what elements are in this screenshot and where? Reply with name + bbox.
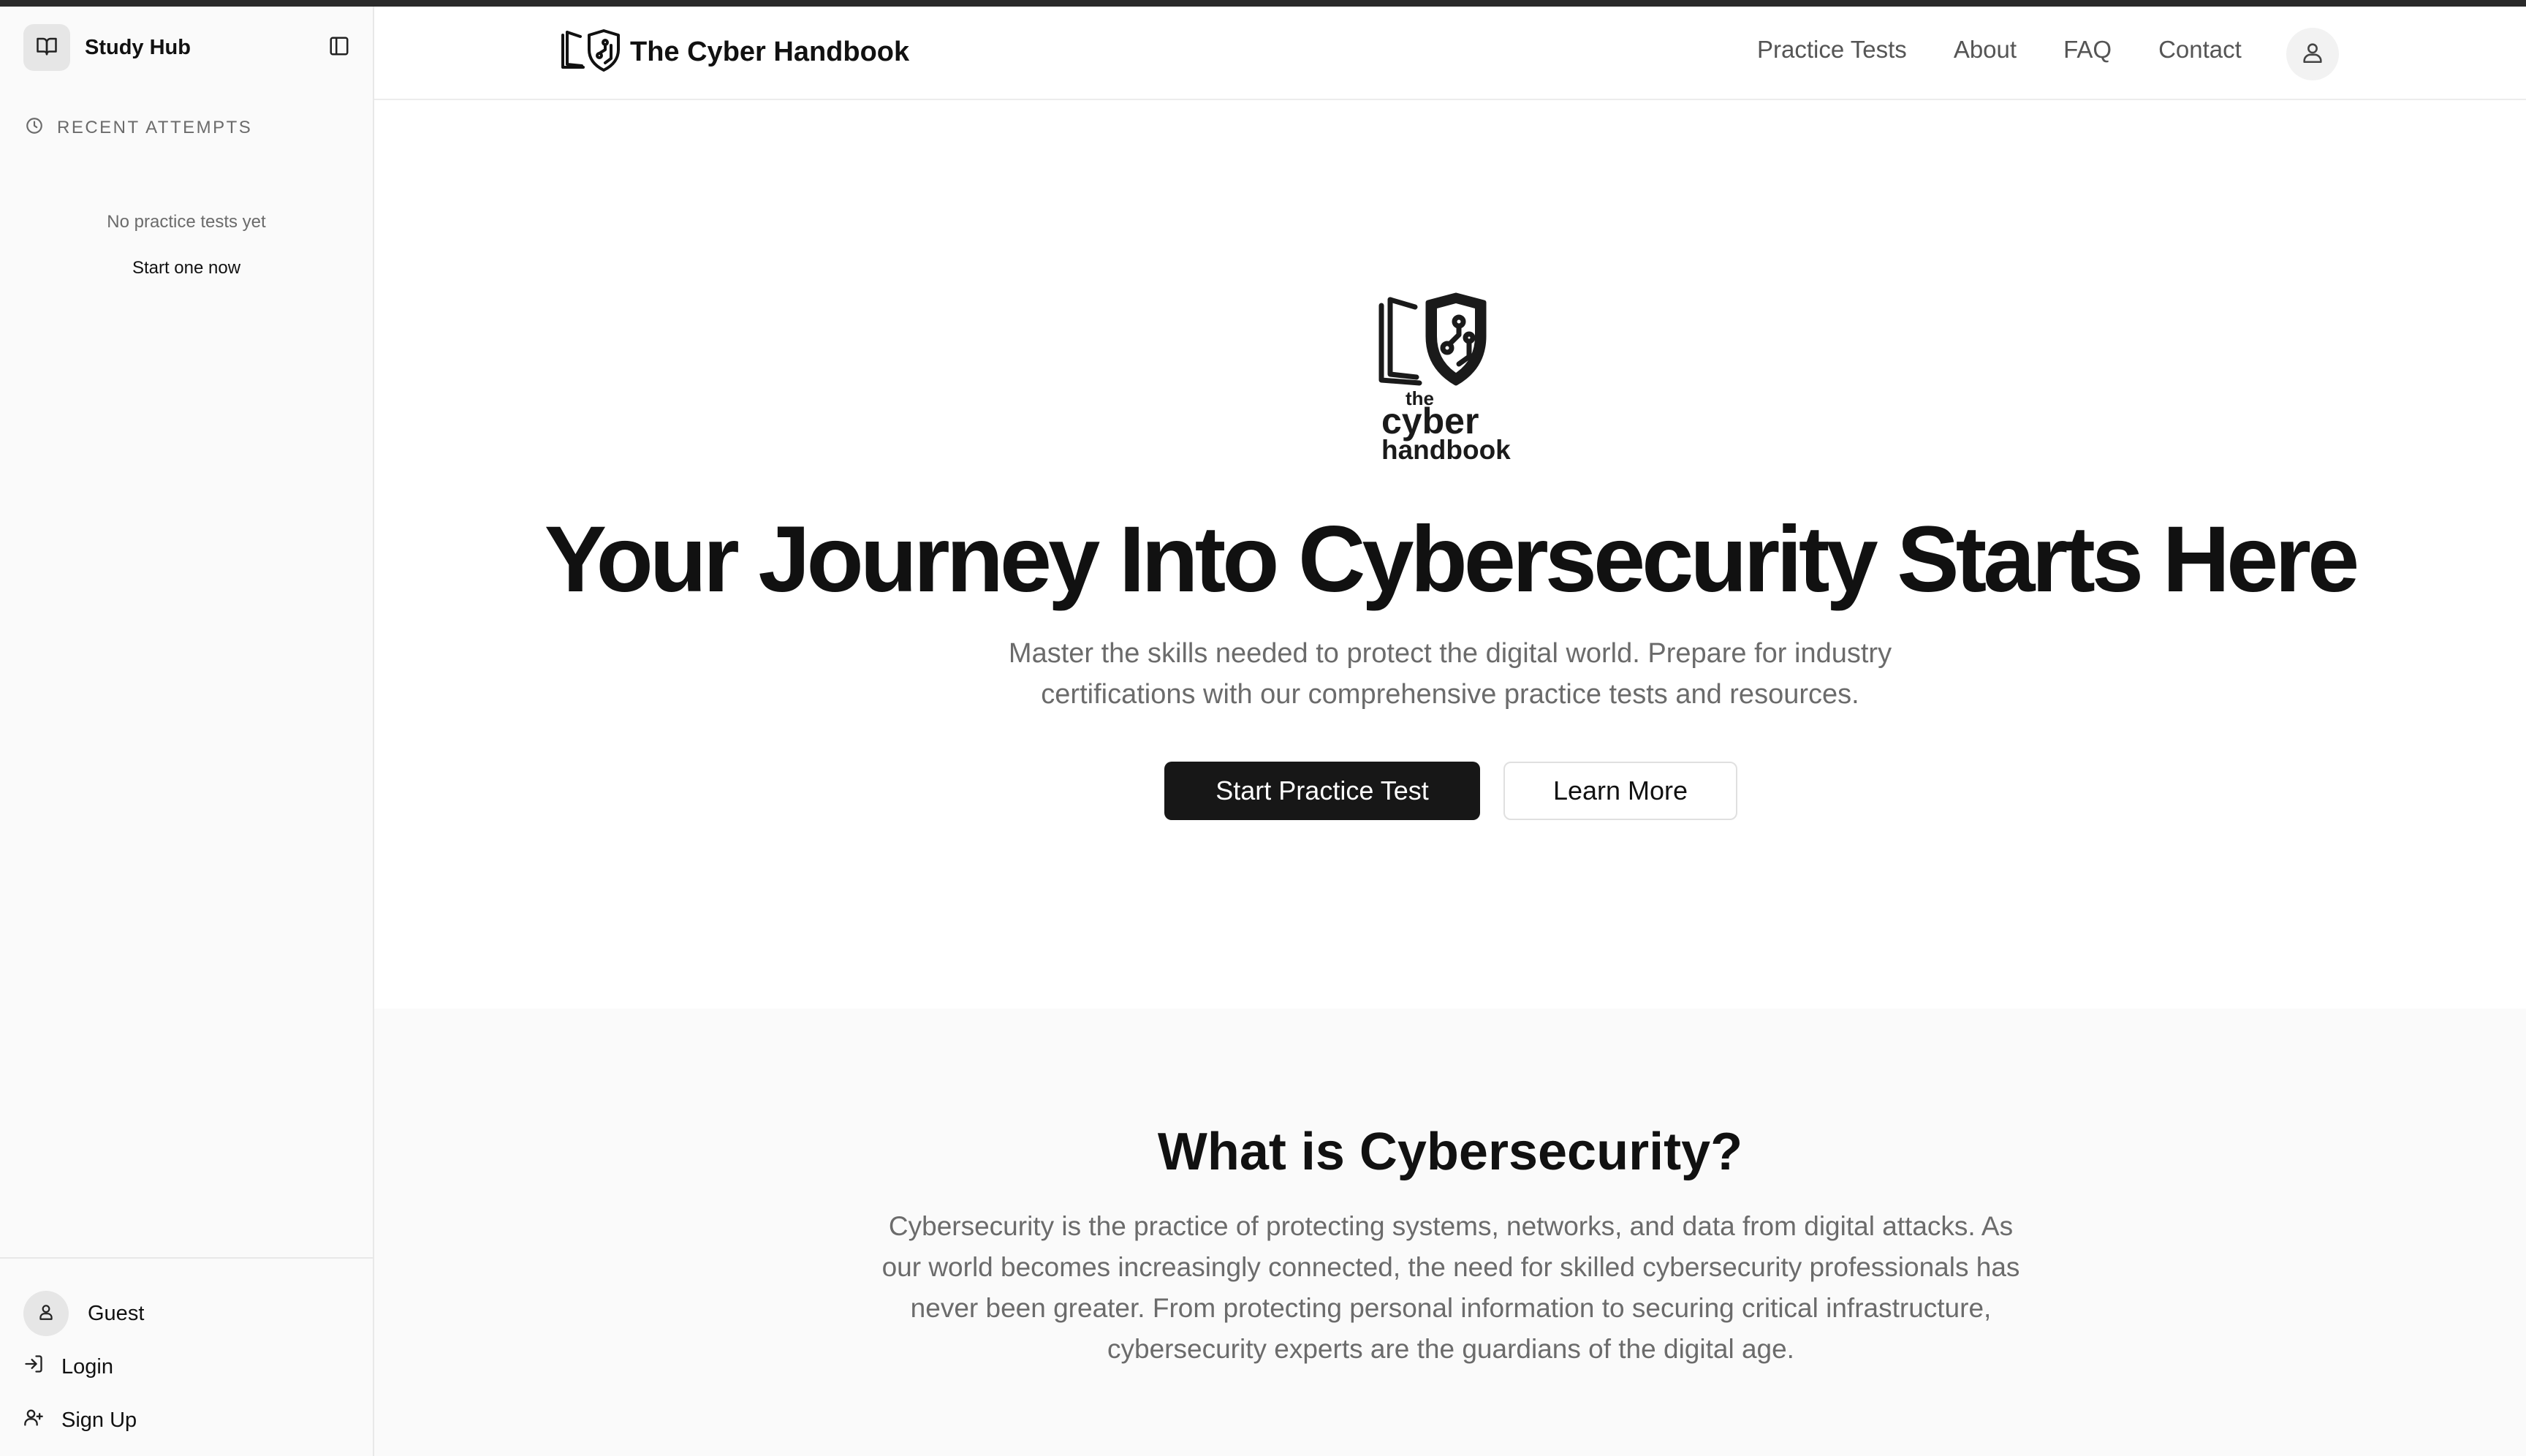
section-body-line: never been greater. From protecting pers… [910,1293,1992,1323]
user-profile[interactable]: Guest [23,1291,144,1336]
user-plus-icon [23,1407,44,1433]
hero-title: Your Journey Into Cybersecurity Starts H… [544,507,2360,612]
sidebar-header: Study Hub [23,24,352,71]
hero-logo: the cyber handbook [1374,292,1520,465]
signup-link[interactable]: Sign Up [23,1407,137,1433]
sidebar-toggle-icon [328,35,350,61]
nav-about[interactable]: About [1954,36,2017,64]
login-link[interactable]: Login [23,1354,113,1380]
section-body: Cybersecurity is the practice of protect… [881,1206,2021,1370]
empty-state-text: No practice tests yet [107,212,266,232]
user-name: Guest [88,1301,145,1325]
account-button[interactable] [2286,28,2339,80]
section-title: What is Cybersecurity? [1157,1123,1743,1181]
sidebar-toggle-button[interactable] [326,34,352,61]
top-navbar: The Cyber Handbook Practice Tests About … [374,7,2526,100]
signup-label: Sign Up [61,1408,137,1432]
nav-contact[interactable]: Contact [2158,36,2242,64]
brand-title: The Cyber Handbook [630,36,910,67]
book-icon [36,35,58,61]
window-top-strip [0,0,2526,7]
section-body-line: our world becomes increasingly connected… [881,1252,2020,1282]
login-icon [23,1354,44,1380]
recent-attempts-heading: RECENT ATTEMPTS [25,116,252,139]
start-one-now-link[interactable]: Start one now [0,258,373,278]
sidebar-title: Study Hub [85,35,191,59]
brand-link[interactable]: The Cyber Handbook [560,29,909,75]
logo-text-handbook: handbook [1381,435,1511,462]
hero-subtitle-line: Master the skills needed to protect the … [1008,638,1892,669]
user-icon [37,1303,56,1325]
hero-subtitle: Master the skills needed to protect the … [950,633,1950,715]
study-hub-logo[interactable] [23,24,70,71]
hero-subtitle-line: certifications with our comprehensive pr… [1041,679,1859,710]
handbook-shield-logo-icon [560,29,620,75]
what-is-cybersecurity-section: What is Cybersecurity? Cybersecurity is … [374,1009,2526,1456]
clock-icon [25,116,44,139]
nav-faq[interactable]: FAQ [2063,36,2112,64]
nav-practice-tests[interactable]: Practice Tests [1757,36,1907,64]
sidebar: Study Hub RECENT ATTEMPTS No practice te… [0,7,374,1456]
recent-attempts-label: RECENT ATTEMPTS [57,117,253,137]
main-nav: Practice Tests About FAQ Contact [1757,36,2242,64]
section-body-line: Cybersecurity is the practice of protect… [888,1211,2014,1241]
section-body-line: cybersecurity experts are the guardians … [1107,1334,1794,1364]
sidebar-footer: Guest Login Sign Up [0,1257,373,1456]
avatar [23,1291,69,1336]
login-label: Login [61,1354,113,1379]
learn-more-button[interactable]: Learn More [1503,762,1737,820]
start-practice-test-button[interactable]: Start Practice Test [1164,762,1480,820]
user-icon [2300,40,2325,69]
